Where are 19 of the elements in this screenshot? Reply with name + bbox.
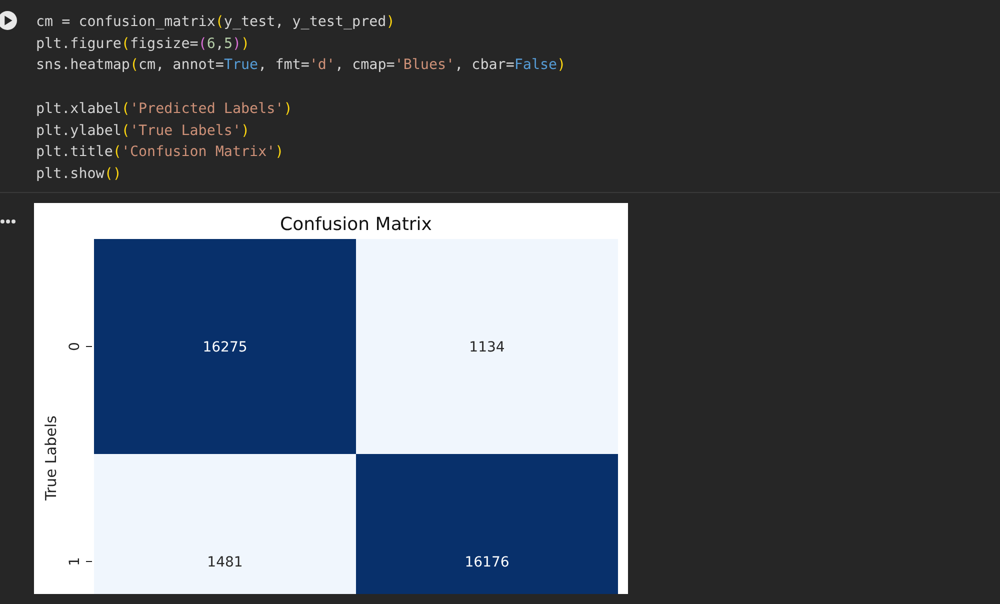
y-axis-label: True Labels bbox=[42, 416, 60, 500]
y-tick-label: 1 bbox=[67, 557, 83, 566]
tick-mark bbox=[86, 346, 92, 347]
cell-value: 1134 bbox=[469, 340, 505, 356]
code-line: sns.heatmap(cm, annot=True, fmt='d', cmap='Blues', cbar=False) bbox=[36, 56, 566, 76]
run-button[interactable] bbox=[0, 11, 17, 30]
code-line: plt.title('Confusion Matrix') bbox=[36, 143, 285, 162]
code-line: cm = confusion_matrix(y_test, y_test_pred) bbox=[36, 13, 396, 32]
code-line: plt.show() bbox=[36, 164, 122, 184]
code-line: plt.ylabel('True Labels') bbox=[36, 122, 251, 140]
cell-value: 1481 bbox=[207, 554, 243, 570]
y-tick-label: 0 bbox=[67, 342, 83, 351]
chart-title: Confusion Matrix bbox=[280, 214, 432, 235]
cell-value: 16176 bbox=[464, 554, 510, 570]
more-icon[interactable] bbox=[0, 219, 16, 224]
code-line: plt.figure(figsize=(6,5)) bbox=[36, 34, 251, 54]
cell-value: 16275 bbox=[202, 340, 248, 356]
tick-mark bbox=[86, 561, 92, 562]
code-line: plt.xlabel('Predicted Labels') bbox=[36, 100, 294, 119]
